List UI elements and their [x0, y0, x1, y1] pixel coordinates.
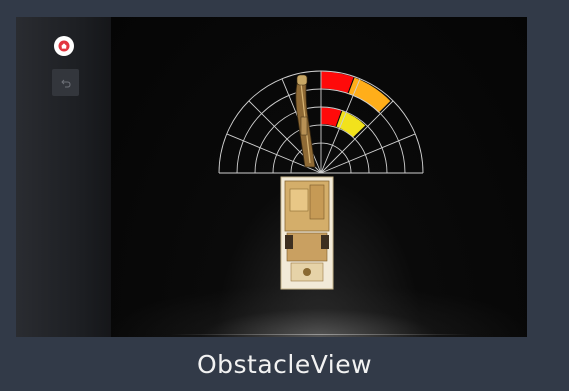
- home-button[interactable]: [54, 36, 74, 56]
- page-title: ObstacleView: [196, 350, 373, 379]
- excavator-body: [280, 176, 334, 290]
- back-button[interactable]: [52, 69, 79, 96]
- home-icon: [58, 40, 70, 52]
- radar-grid: [218, 70, 424, 174]
- obstacle-view-panel: [111, 17, 527, 337]
- device-frame: ObstacleView: [0, 0, 569, 391]
- sidebar: [16, 17, 111, 337]
- radar-display: [218, 70, 424, 290]
- display-screen: [16, 17, 527, 337]
- back-arrow-icon: [60, 79, 71, 87]
- radar-sector-outer-2: [347, 76, 392, 115]
